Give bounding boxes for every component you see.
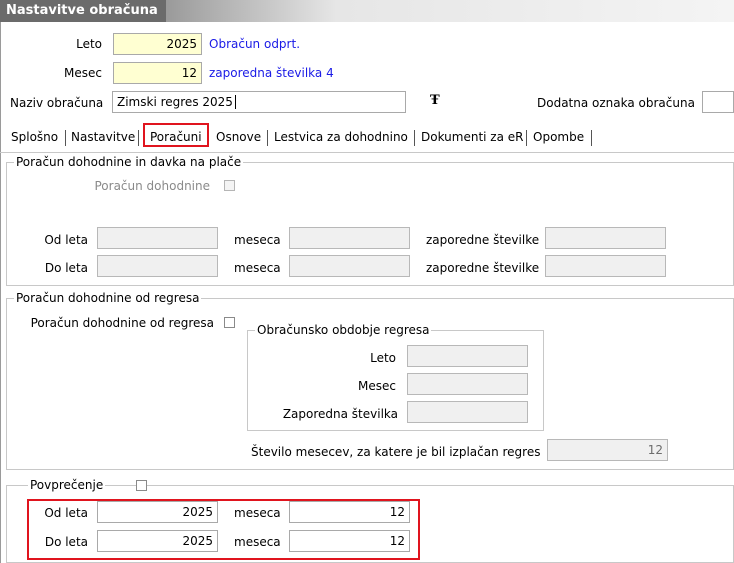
regres-leto-input[interactable] bbox=[407, 345, 528, 367]
mesec-label: Mesec bbox=[64, 66, 102, 80]
mesec-input[interactable]: 12 bbox=[113, 62, 202, 84]
tab-nastavitve[interactable]: Nastavitve bbox=[68, 126, 138, 148]
tab-dokumenti[interactable]: Dokumenti za eR bbox=[418, 126, 527, 148]
group-poracun-place-legend: Poračun dohodnine in davka na plače bbox=[14, 155, 244, 169]
povprecenje-do-leta-label: Do leta bbox=[44, 535, 88, 549]
tab-separator bbox=[138, 130, 139, 146]
do-meseca-label: meseca bbox=[234, 261, 281, 275]
tab-separator bbox=[591, 130, 592, 146]
tab-separator bbox=[267, 130, 268, 146]
tab-separator bbox=[414, 130, 415, 146]
regres-zaporedna-input[interactable] bbox=[407, 401, 528, 423]
od-meseca-label: meseca bbox=[234, 233, 281, 247]
place-od-zaporedne-input[interactable] bbox=[545, 227, 666, 249]
regres-zaporedna-label: Zaporedna številka bbox=[282, 407, 398, 421]
povprecenje-do-meseca-label: meseca bbox=[234, 535, 281, 549]
zaporedna-stevilka-text: zaporedna številka 4 bbox=[209, 66, 334, 80]
stevilo-mesecev-label: Število mesecev, za katere je bil izplač… bbox=[251, 445, 541, 459]
povprecenje-od-meseca-label: meseca bbox=[234, 506, 281, 520]
poracun-regres-label: Poračun dohodnine od regresa bbox=[30, 316, 214, 330]
povprecenje-do-meseca-input[interactable]: 12 bbox=[289, 530, 410, 552]
poracun-regres-checkbox[interactable] bbox=[224, 317, 235, 328]
regres-leto-label: Leto bbox=[370, 351, 396, 365]
od-leta-label: Od leta bbox=[44, 233, 88, 247]
place-od-meseca-input[interactable] bbox=[289, 227, 410, 249]
tab-opombe[interactable]: Opombe bbox=[530, 126, 587, 148]
title-bar-background bbox=[166, 0, 734, 22]
tab-separator bbox=[65, 130, 66, 146]
regres-mesec-label: Mesec bbox=[358, 379, 396, 393]
povprecenje-checkbox[interactable] bbox=[136, 480, 147, 491]
group-poracun-regres-legend: Poračun dohodnine od regresa bbox=[14, 291, 202, 305]
naziv-obracuna-label: Naziv obračuna bbox=[10, 96, 104, 110]
tab-strip-line bbox=[0, 152, 734, 153]
tab-splosno[interactable]: Splošno bbox=[8, 126, 61, 148]
font-icon[interactable]: Ŧ bbox=[430, 93, 440, 108]
dodatna-oznaka-input[interactable] bbox=[702, 91, 734, 113]
window-title: Nastavitve obračuna bbox=[0, 0, 166, 22]
place-od-leta-input[interactable] bbox=[97, 227, 218, 249]
regres-mesec-input[interactable] bbox=[407, 373, 528, 395]
do-leta-label: Do leta bbox=[44, 261, 88, 275]
place-do-leta-input[interactable] bbox=[97, 255, 218, 277]
place-do-meseca-input[interactable] bbox=[289, 255, 410, 277]
leto-label: Leto bbox=[76, 37, 102, 51]
leto-input[interactable]: 2025 bbox=[113, 33, 202, 55]
group-povprecenje-legend: Povprečenje bbox=[28, 478, 106, 492]
tab-lestvica[interactable]: Lestvica za dohodnino bbox=[271, 126, 411, 148]
tab-osnove[interactable]: Osnove bbox=[213, 126, 264, 148]
tab-strip: Splošno Nastavitve Poračuni Osnove Lestv… bbox=[8, 123, 734, 150]
stevilo-mesecev-input[interactable]: 12 bbox=[547, 439, 668, 461]
poracun-dohodnine-label: Poračun dohodnine bbox=[94, 179, 210, 193]
od-zaporedne-label: zaporedne številke bbox=[426, 233, 540, 247]
povprecenje-do-leta-input[interactable]: 2025 bbox=[97, 530, 218, 552]
naziv-obracuna-input[interactable]: Zimski regres 2025 bbox=[112, 91, 406, 113]
poracun-dohodnine-checkbox[interactable] bbox=[224, 180, 235, 191]
obracun-status-text: Obračun odprt. bbox=[209, 37, 301, 51]
dodatna-oznaka-label: Dodatna oznaka obračuna bbox=[537, 96, 695, 110]
tab-separator bbox=[526, 130, 527, 146]
group-obracunsko-obdobje-legend: Obračunsko obdobje regresa bbox=[255, 323, 432, 337]
povprecenje-od-meseca-input[interactable]: 12 bbox=[289, 501, 410, 523]
tab-poracuni[interactable]: Poračuni bbox=[143, 123, 209, 147]
do-zaporedne-label: zaporedne številke bbox=[426, 261, 540, 275]
place-do-zaporedne-input[interactable] bbox=[545, 255, 666, 277]
povprecenje-od-leta-input[interactable]: 2025 bbox=[97, 501, 218, 523]
povprecenje-od-leta-label: Od leta bbox=[44, 506, 88, 520]
naziv-obracuna-value: Zimski regres 2025 bbox=[117, 95, 233, 109]
